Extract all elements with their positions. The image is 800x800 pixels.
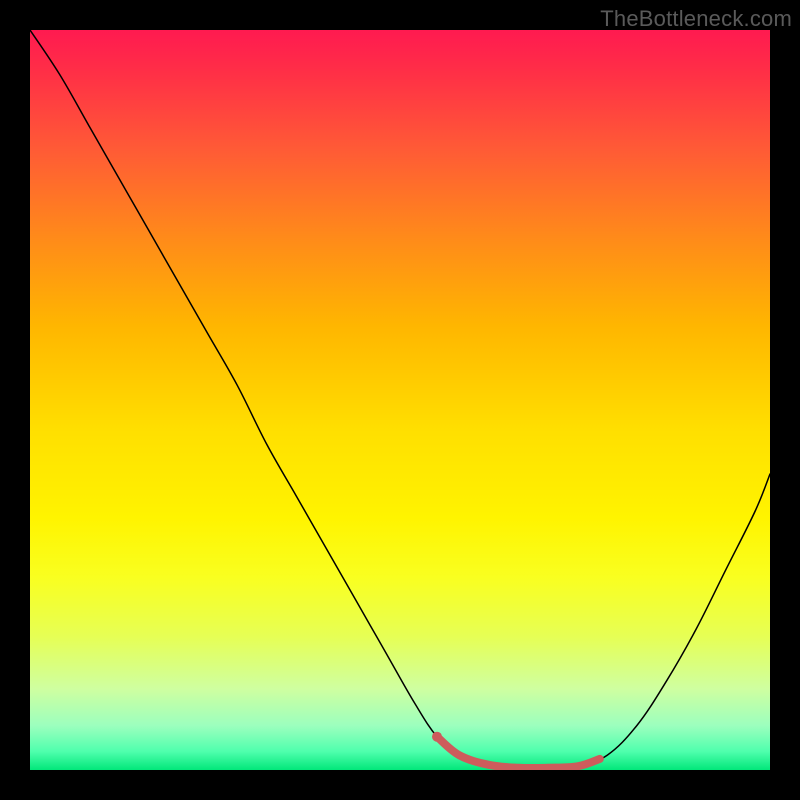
series-optimal-zone — [437, 737, 600, 768]
plot-area — [30, 30, 770, 770]
series-bottleneck-curve — [30, 30, 770, 768]
chart-container: TheBottleneck.com — [0, 0, 800, 800]
plot-svg — [30, 30, 770, 770]
marker-optimal-point — [432, 732, 442, 742]
watermark-text: TheBottleneck.com — [600, 6, 792, 32]
